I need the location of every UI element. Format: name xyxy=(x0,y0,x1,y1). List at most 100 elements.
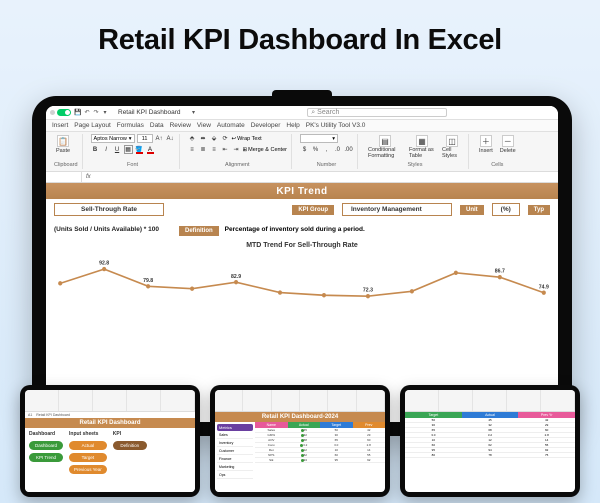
cond-format-icon: ▤ xyxy=(379,135,391,147)
font-name-value: Aptos Narrow xyxy=(94,136,127,142)
orientation-icon[interactable]: ⟳ xyxy=(221,134,230,143)
search-input[interactable]: ⌕ Search xyxy=(307,108,447,117)
name-box[interactable] xyxy=(46,172,82,182)
tab-data[interactable]: Data xyxy=(150,122,164,129)
fill-color-button[interactable]: 🪣 xyxy=(135,145,144,154)
insert-cells-button[interactable]: ＋Insert xyxy=(477,134,495,155)
border-button[interactable]: ▦ xyxy=(124,145,133,154)
side-item[interactable]: Ops xyxy=(217,472,253,479)
group-clipboard: Clipboard xyxy=(54,162,78,168)
redo-icon[interactable]: ↷ xyxy=(93,110,99,116)
currency-icon[interactable]: $ xyxy=(300,145,309,154)
table-row: Stk 949592 xyxy=(255,458,385,463)
align-right-icon[interactable]: ≡ xyxy=(210,145,219,154)
font-name-select[interactable]: Aptos Narrow▾ xyxy=(91,134,135,143)
group-font: Font xyxy=(91,162,175,168)
insert-label: Insert xyxy=(479,148,493,154)
comma-icon[interactable]: , xyxy=(322,145,331,154)
table-icon: ▦ xyxy=(416,135,428,147)
font-color-button[interactable]: A xyxy=(146,145,155,154)
tab-developer[interactable]: Developer xyxy=(251,122,281,129)
nav-pill[interactable]: Target xyxy=(69,453,107,462)
paste-button[interactable]: 📋 Paste xyxy=(54,134,72,155)
tab-page-layout[interactable]: Page Layout xyxy=(74,122,111,129)
tab-help[interactable]: Help xyxy=(286,122,299,129)
document-title: Retail KPI Dashboard xyxy=(112,109,187,116)
format-as-table-button[interactable]: ▦Format as Table xyxy=(407,134,437,160)
tab-view[interactable]: View xyxy=(197,122,211,129)
cell-styles-button[interactable]: ◫Cell Styles xyxy=(440,134,464,160)
percent-icon[interactable]: % xyxy=(311,145,320,154)
mtd-trend-chart: 92.879.882.972.386.774.9 xyxy=(46,249,558,319)
delete-cells-button[interactable]: －Delete xyxy=(498,134,518,155)
tab-review[interactable]: Review xyxy=(170,122,191,129)
indent-left-icon[interactable]: ⇤ xyxy=(221,145,230,154)
side-item[interactable]: Customer xyxy=(217,448,253,455)
align-top-icon[interactable]: ⬘ xyxy=(188,134,197,143)
definition-value: Percentage of inventory sold during a pe… xyxy=(225,226,365,233)
thumbnail-row: A1 Retail KPI Dashboard Retail KPI Dashb… xyxy=(0,385,600,497)
kpi-group-label: KPI Group xyxy=(292,205,334,215)
autosave-toggle[interactable] xyxy=(57,109,71,116)
increase-font-icon[interactable]: A↑ xyxy=(155,134,164,143)
increase-decimal-icon[interactable]: .0 xyxy=(333,145,342,154)
side-item[interactable]: Finance xyxy=(217,456,253,463)
group-styles: Styles xyxy=(366,162,464,168)
tab-automate[interactable]: Automate xyxy=(217,122,245,129)
side-item[interactable]: Marketing xyxy=(217,464,253,471)
underline-button[interactable]: U xyxy=(113,145,122,154)
font-size-select[interactable]: 11 xyxy=(137,134,153,143)
number-format-select[interactable]: ▾ xyxy=(300,134,338,143)
align-bottom-icon[interactable]: ⬙ xyxy=(210,134,219,143)
definition-label: Definition xyxy=(179,226,219,236)
chart-title: MTD Trend For Sell-Through Rate xyxy=(46,240,558,249)
save-icon[interactable]: 💾 xyxy=(75,110,81,116)
kpi-detail-row: (Units Sold / Units Available) * 100 Def… xyxy=(46,220,558,240)
tab-utility[interactable]: PK's Utility Tool V3.0 xyxy=(306,122,366,129)
bold-button[interactable]: B xyxy=(91,145,100,154)
kpi-group-value: Inventory Management xyxy=(342,203,452,216)
tab-formulas[interactable]: Formulas xyxy=(117,122,144,129)
window-control-icon[interactable] xyxy=(50,110,55,115)
undo-icon[interactable]: ↶ xyxy=(84,110,90,116)
qat-icon[interactable]: ▾ xyxy=(102,110,108,116)
styles-label: Cell Styles xyxy=(442,148,462,159)
italic-button[interactable]: I xyxy=(102,145,111,154)
sheet-tab[interactable]: A1 xyxy=(28,413,32,417)
thumb-title: Retail KPI Dashboard xyxy=(25,418,195,428)
align-left-icon[interactable]: ≡ xyxy=(188,145,197,154)
nav-pill[interactable]: Dashboard xyxy=(29,441,63,450)
conditional-formatting-button[interactable]: ▤Conditional Formatting xyxy=(366,134,404,160)
styles-icon: ◫ xyxy=(446,135,458,147)
align-center-icon[interactable]: ≣ xyxy=(199,145,208,154)
ribbon-tabs: Insert Page Layout Formulas Data Review … xyxy=(46,120,558,132)
decrease-decimal-icon[interactable]: .00 xyxy=(344,145,353,154)
search-icon: ⌕ xyxy=(311,109,315,117)
svg-text:86.7: 86.7 xyxy=(495,269,505,275)
type-label: Typ xyxy=(528,205,550,215)
nav-pill[interactable]: KPI Trend xyxy=(29,453,63,462)
svg-text:72.3: 72.3 xyxy=(363,288,373,294)
svg-text:74.9: 74.9 xyxy=(539,284,549,290)
nav-pill[interactable]: Actual xyxy=(69,441,107,450)
thumbnail-data-grid: Target Actual Prev Yr 504542303229656860… xyxy=(400,385,580,497)
sheet-tab[interactable]: Retail KPI Dashboard xyxy=(36,413,70,417)
search-placeholder: Search xyxy=(317,109,339,116)
chevron-down-icon: ▾ xyxy=(332,136,335,142)
tab-insert[interactable]: Insert xyxy=(52,122,68,129)
thumb-ribbon xyxy=(405,390,575,412)
fx-icon[interactable]: fx xyxy=(82,174,95,180)
side-item[interactable]: Sales xyxy=(217,432,253,439)
align-middle-icon[interactable]: ⬌ xyxy=(199,134,208,143)
indent-right-icon[interactable]: ⇥ xyxy=(232,145,241,154)
wrap-text-button[interactable]: ↩Wrap Text xyxy=(232,136,262,142)
side-item[interactable]: Inventory xyxy=(217,440,253,447)
decrease-font-icon[interactable]: A↓ xyxy=(166,134,175,143)
nav-pill[interactable]: Previous Year xyxy=(69,465,107,474)
merge-icon: ⊞ xyxy=(243,147,248,153)
chevron-down-icon[interactable]: ▾ xyxy=(191,110,197,116)
excel-window: 💾 ↶ ↷ ▾ Retail KPI Dashboard ▾ ⌕ Search … xyxy=(46,106,558,422)
kpi-trend-header: KPI Trend xyxy=(46,183,558,199)
merge-center-button[interactable]: ⊞Merge & Center xyxy=(243,147,287,153)
nav-pill[interactable]: Definition xyxy=(113,441,147,450)
